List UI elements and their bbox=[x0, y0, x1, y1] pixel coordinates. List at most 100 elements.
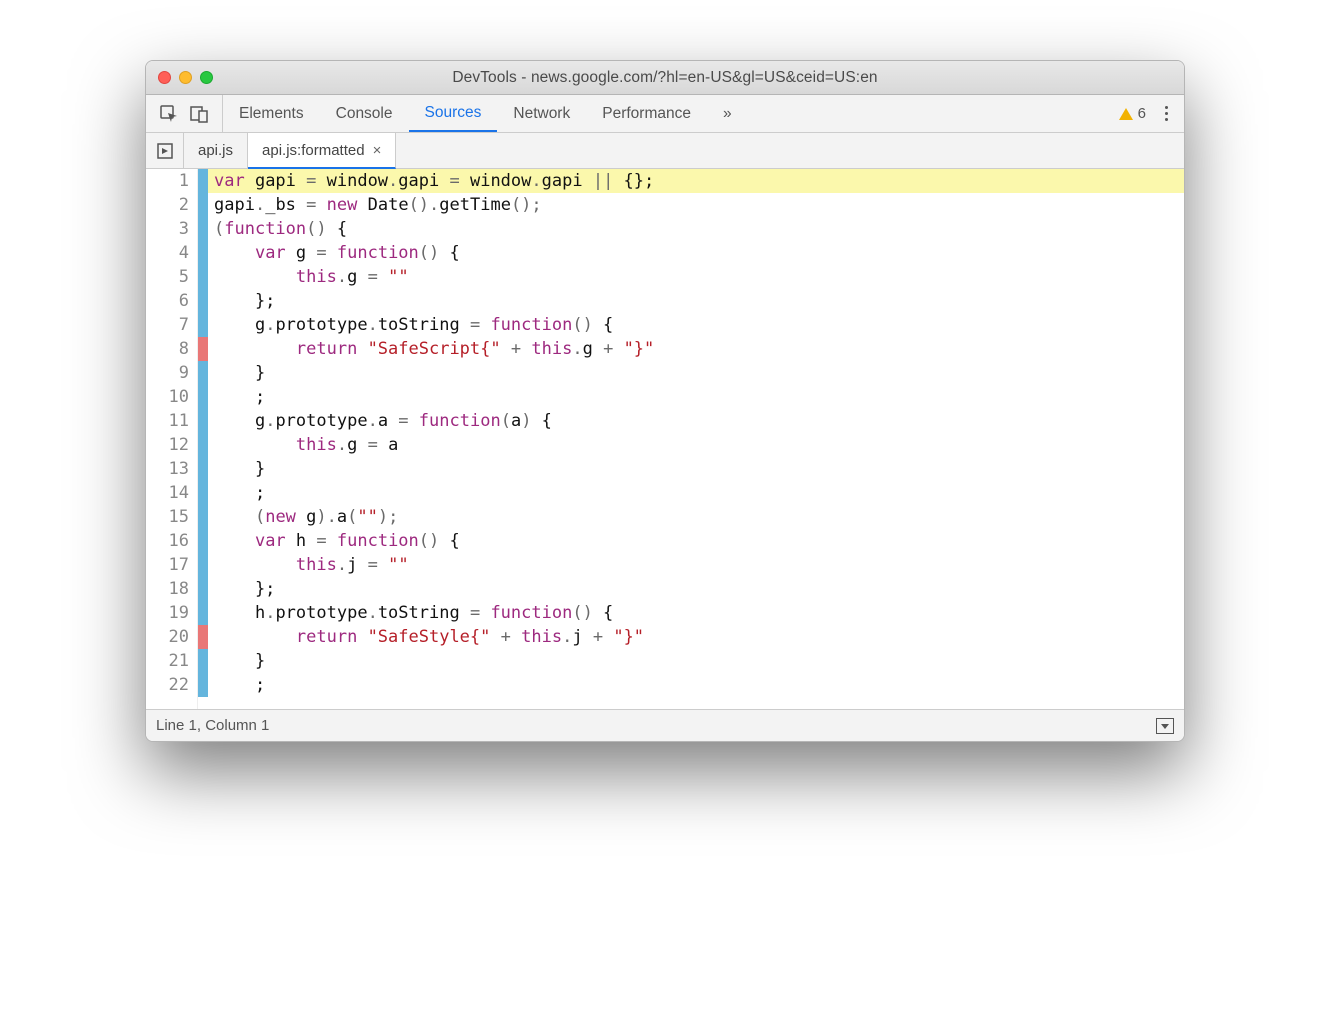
line-number[interactable]: 5 bbox=[146, 265, 189, 289]
toggle-drawer-icon[interactable] bbox=[1156, 718, 1174, 734]
line-number[interactable]: 17 bbox=[146, 553, 189, 577]
fold-marker bbox=[198, 457, 208, 481]
code-line[interactable]: return "SafeStyle{" + this.j + "}" bbox=[208, 625, 1184, 649]
file-tab-api-js-formatted[interactable]: api.js:formatted × bbox=[248, 133, 396, 169]
warnings-indicator[interactable]: 6 bbox=[1119, 105, 1146, 122]
close-window-button[interactable] bbox=[158, 71, 171, 84]
fold-marker bbox=[198, 505, 208, 529]
line-number[interactable]: 20 bbox=[146, 625, 189, 649]
file-tab-label: api.js:formatted bbox=[262, 142, 365, 159]
window-title: DevTools - news.google.com/?hl=en-US&gl=… bbox=[146, 69, 1184, 87]
line-number[interactable]: 19 bbox=[146, 601, 189, 625]
main-toolbar: Elements Console Sources Network Perform… bbox=[146, 95, 1184, 133]
code-line[interactable]: ; bbox=[208, 673, 1184, 697]
code-editor[interactable]: 12345678910111213141516171819202122 var … bbox=[146, 169, 1184, 709]
toggle-navigator-icon[interactable] bbox=[146, 133, 184, 168]
file-tab-label: api.js bbox=[198, 142, 233, 159]
fold-marker bbox=[198, 241, 208, 265]
warning-icon bbox=[1119, 108, 1133, 120]
line-number[interactable]: 18 bbox=[146, 577, 189, 601]
window-titlebar: DevTools - news.google.com/?hl=en-US&gl=… bbox=[146, 61, 1184, 95]
warnings-count: 6 bbox=[1138, 105, 1146, 122]
line-number[interactable]: 6 bbox=[146, 289, 189, 313]
fold-marker bbox=[198, 385, 208, 409]
tabs-overflow-button[interactable]: » bbox=[707, 95, 748, 132]
fold-marker bbox=[198, 193, 208, 217]
code-line[interactable]: }; bbox=[208, 289, 1184, 313]
more-options-icon[interactable] bbox=[1158, 106, 1174, 121]
fold-gutter bbox=[198, 169, 208, 709]
line-number[interactable]: 12 bbox=[146, 433, 189, 457]
line-number[interactable]: 13 bbox=[146, 457, 189, 481]
code-line[interactable]: h.prototype.toString = function() { bbox=[208, 601, 1184, 625]
code-line[interactable]: ; bbox=[208, 481, 1184, 505]
fold-marker bbox=[198, 409, 208, 433]
minimize-window-button[interactable] bbox=[179, 71, 192, 84]
code-line[interactable]: this.g = "" bbox=[208, 265, 1184, 289]
line-number[interactable]: 3 bbox=[146, 217, 189, 241]
line-number[interactable]: 11 bbox=[146, 409, 189, 433]
fold-marker bbox=[198, 169, 208, 193]
tab-console[interactable]: Console bbox=[320, 95, 409, 132]
code-line[interactable]: g.prototype.a = function(a) { bbox=[208, 409, 1184, 433]
fold-marker bbox=[198, 265, 208, 289]
fold-marker bbox=[198, 313, 208, 337]
line-number[interactable]: 10 bbox=[146, 385, 189, 409]
tab-performance[interactable]: Performance bbox=[586, 95, 707, 132]
code-line[interactable]: } bbox=[208, 649, 1184, 673]
source-file-tabs: api.js api.js:formatted × bbox=[146, 133, 1184, 169]
tab-sources[interactable]: Sources bbox=[409, 95, 498, 132]
line-number[interactable]: 8 bbox=[146, 337, 189, 361]
fold-marker bbox=[198, 673, 208, 697]
code-content[interactable]: var gapi = window.gapi = window.gapi || … bbox=[208, 169, 1184, 709]
line-number[interactable]: 22 bbox=[146, 673, 189, 697]
code-line[interactable]: } bbox=[208, 457, 1184, 481]
fold-marker bbox=[198, 601, 208, 625]
code-line[interactable]: ; bbox=[208, 385, 1184, 409]
code-line[interactable]: (function() { bbox=[208, 217, 1184, 241]
line-number[interactable]: 16 bbox=[146, 529, 189, 553]
code-line[interactable]: g.prototype.toString = function() { bbox=[208, 313, 1184, 337]
code-line[interactable]: gapi._bs = new Date().getTime(); bbox=[208, 193, 1184, 217]
code-line[interactable]: this.j = "" bbox=[208, 553, 1184, 577]
fold-marker bbox=[198, 433, 208, 457]
line-number[interactable]: 14 bbox=[146, 481, 189, 505]
code-line[interactable]: var h = function() { bbox=[208, 529, 1184, 553]
fold-marker bbox=[198, 217, 208, 241]
code-line[interactable]: } bbox=[208, 361, 1184, 385]
code-line[interactable]: (new g).a(""); bbox=[208, 505, 1184, 529]
fold-marker bbox=[198, 529, 208, 553]
line-number[interactable]: 2 bbox=[146, 193, 189, 217]
tab-elements[interactable]: Elements bbox=[223, 95, 320, 132]
code-line[interactable]: var g = function() { bbox=[208, 241, 1184, 265]
device-toggle-icon[interactable] bbox=[186, 101, 212, 127]
code-line[interactable]: var gapi = window.gapi = window.gapi || … bbox=[208, 169, 1184, 193]
line-number[interactable]: 15 bbox=[146, 505, 189, 529]
code-line[interactable]: return "SafeScript{" + this.g + "}" bbox=[208, 337, 1184, 361]
fold-marker bbox=[198, 649, 208, 673]
fold-marker bbox=[198, 337, 208, 361]
inspect-element-icon[interactable] bbox=[156, 101, 182, 127]
status-bar: Line 1, Column 1 bbox=[146, 709, 1184, 741]
devtools-window: DevTools - news.google.com/?hl=en-US&gl=… bbox=[145, 60, 1185, 742]
fold-marker bbox=[198, 625, 208, 649]
code-line[interactable]: this.g = a bbox=[208, 433, 1184, 457]
line-number[interactable]: 9 bbox=[146, 361, 189, 385]
code-line[interactable]: }; bbox=[208, 577, 1184, 601]
line-number[interactable]: 21 bbox=[146, 649, 189, 673]
close-icon[interactable]: × bbox=[373, 142, 382, 159]
fold-marker bbox=[198, 577, 208, 601]
zoom-window-button[interactable] bbox=[200, 71, 213, 84]
cursor-position: Line 1, Column 1 bbox=[156, 717, 269, 734]
fold-marker bbox=[198, 553, 208, 577]
traffic-lights bbox=[146, 71, 213, 84]
fold-marker bbox=[198, 361, 208, 385]
file-tab-api-js[interactable]: api.js bbox=[184, 133, 248, 168]
fold-marker bbox=[198, 289, 208, 313]
tab-network[interactable]: Network bbox=[497, 95, 586, 132]
line-number[interactable]: 7 bbox=[146, 313, 189, 337]
line-number[interactable]: 4 bbox=[146, 241, 189, 265]
fold-marker bbox=[198, 481, 208, 505]
line-number[interactable]: 1 bbox=[146, 169, 189, 193]
line-number-gutter: 12345678910111213141516171819202122 bbox=[146, 169, 198, 709]
